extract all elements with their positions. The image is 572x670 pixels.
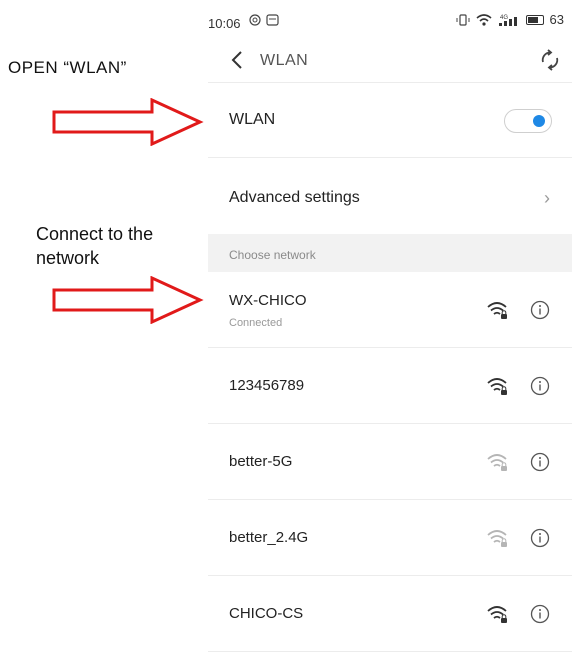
refresh-icon[interactable]	[538, 48, 562, 72]
network-name: better_2.4G	[229, 529, 309, 546]
choose-network-label: Choose network	[229, 248, 316, 262]
annotation-connect: Connect to the network	[36, 222, 153, 270]
network-row[interactable]: better-5G	[208, 424, 572, 500]
svg-text:4G: 4G	[500, 15, 508, 21]
status-time: 10:06	[208, 16, 241, 31]
network-name: WX-CHICO	[229, 292, 307, 309]
wifi-lock-icon	[487, 378, 507, 395]
battery-level: 63	[549, 12, 564, 27]
annotation-connect-line1: Connect to the	[36, 224, 154, 244]
back-arrow-icon[interactable]	[226, 48, 250, 72]
toggle-knob	[533, 115, 545, 127]
notification-icon	[249, 14, 279, 26]
info-icon[interactable]	[530, 452, 550, 472]
network-status: Connected	[229, 317, 283, 329]
wifi-lock-icon	[487, 454, 507, 471]
wifi-status-icon	[476, 13, 492, 26]
annotation-open-wlan: OPEN “WLAN”	[8, 58, 127, 77]
annotation-arrow-network	[52, 276, 204, 324]
status-bar: 10:06 4G 63	[208, 0, 572, 40]
network-row[interactable]: WX-CHICO Connected	[208, 272, 572, 348]
info-icon[interactable]	[530, 604, 550, 624]
status-right: 4G 63	[456, 12, 564, 27]
vibrate-icon	[456, 13, 470, 26]
page-title: WLAN	[260, 52, 309, 69]
network-name: better-5G	[229, 453, 293, 470]
wlan-toggle-switch[interactable]	[504, 109, 552, 133]
network-row[interactable]: better_2.4G	[208, 500, 572, 576]
network-name: 123456789	[229, 377, 305, 394]
info-icon[interactable]	[530, 528, 550, 548]
wlan-toggle-row[interactable]: WLAN	[208, 82, 572, 158]
notification-icons	[249, 13, 283, 30]
choose-network-header: Choose network	[208, 234, 572, 272]
wifi-lock-icon	[487, 606, 507, 623]
network-name: CHICO-CS	[229, 605, 304, 622]
network-row[interactable]: 123456789	[208, 348, 572, 424]
advanced-settings-label: Advanced settings	[229, 189, 360, 206]
wifi-lock-icon	[487, 302, 507, 319]
chevron-right-icon: ›	[544, 188, 550, 208]
top-bar: WLAN	[208, 42, 572, 82]
annotation-connect-line2: network	[36, 248, 100, 268]
info-icon[interactable]	[530, 300, 550, 320]
advanced-settings-row[interactable]: Advanced settings ›	[208, 158, 572, 234]
wifi-lock-icon	[487, 530, 507, 547]
wlan-toggle-label: WLAN	[229, 111, 276, 128]
info-icon[interactable]	[530, 376, 550, 396]
annotation-arrow-wlan	[52, 98, 204, 146]
battery-icon	[525, 14, 544, 25]
network-row[interactable]: CHICO-CS	[208, 576, 572, 652]
signal-4g-icon: 4G	[498, 15, 517, 26]
phone-screen: 10:06 4G 63 WLAN WLAN Advanced settings …	[208, 0, 572, 670]
